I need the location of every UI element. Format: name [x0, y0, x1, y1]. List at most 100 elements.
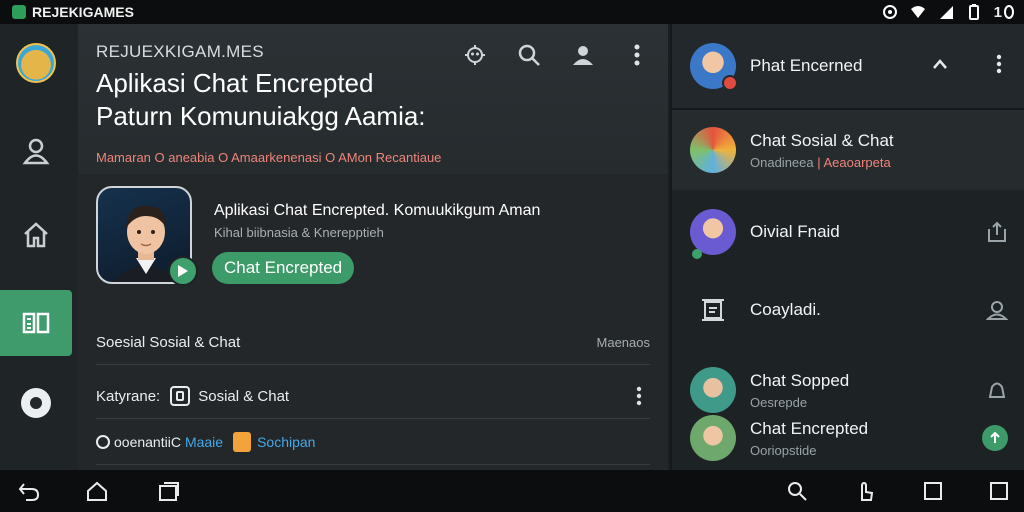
search-button[interactable]	[516, 42, 542, 68]
category-trailing: Maenaos	[596, 335, 650, 350]
category-row[interactable]: Soesial Sosial & Chat Maenaos	[96, 334, 650, 351]
chat-item-name: Oivial Fnaid	[750, 222, 840, 241]
chat-header-row: Phat Encerned	[672, 24, 1024, 108]
play-button[interactable]	[168, 256, 198, 286]
kategori-label: Katyrane:	[96, 387, 161, 405]
home-icon	[24, 222, 48, 248]
kategori-row[interactable]: Katyrane: Sosial & Chat	[96, 386, 650, 406]
recents-icon	[159, 482, 179, 501]
lock-icon	[233, 432, 252, 452]
recents-button[interactable]	[156, 478, 182, 504]
divider	[96, 418, 650, 419]
user-icon[interactable]	[986, 299, 1008, 321]
bell-icon[interactable]	[986, 379, 1008, 401]
panel-more-vert-icon[interactable]	[996, 54, 1002, 74]
status-clock-glyph	[1004, 5, 1014, 19]
rail-item-home[interactable]	[0, 202, 72, 268]
tags-row: ooenantiiC Maaie Sochipan	[96, 432, 650, 452]
nav-search-button[interactable]	[784, 478, 810, 504]
up-badge-button[interactable]	[982, 425, 1008, 451]
wifi-icon	[910, 6, 925, 18]
chat-list-item[interactable]: Chat Sosial & Chat Onadineea | Aeaoarpet…	[672, 110, 1024, 190]
chat-item-text: Oivial Fnaid	[750, 222, 840, 242]
info-icon	[96, 435, 110, 449]
hero-header: REJUEXKIGAM.MES Aplikasi Chat Encrepted …	[78, 24, 668, 174]
tags-prefix: ooenantiiC	[114, 434, 181, 450]
status-clock: 1	[993, 3, 1002, 21]
person-icon	[22, 138, 50, 165]
tag-security[interactable]: Sochipan	[257, 434, 315, 450]
share-icon[interactable]	[986, 221, 1008, 243]
page-title-line-1: Aplikasi Chat Encrepted	[96, 68, 374, 98]
card-title: Aplikasi Chat Encrepted. Komuukikgum Ama…	[214, 202, 541, 219]
app-logo-icon	[16, 43, 56, 83]
account-button[interactable]	[570, 42, 596, 68]
square-icon	[924, 482, 942, 500]
divider	[96, 464, 650, 465]
chat-avatar	[690, 209, 736, 259]
rail-item-profile[interactable]	[0, 118, 72, 184]
row-more-vert-icon[interactable]	[636, 386, 642, 406]
home-nav-button[interactable]	[84, 478, 110, 504]
terminal-icon	[702, 299, 724, 321]
breadcrumb[interactable]: Mamaran O aneabia O Amaarkenenasi O AMon…	[96, 150, 441, 165]
chat-encrypted-button[interactable]: Chat Encrepted	[212, 252, 355, 284]
app-card: Aplikasi Chat Encrepted. Komuukikgum Ama…	[78, 174, 668, 470]
touch-icon	[861, 481, 874, 501]
page-title-line-2: Paturn Komunuiakgg Aamia:	[96, 101, 426, 131]
header-avatar	[690, 43, 738, 91]
bug-button[interactable]	[462, 42, 488, 68]
more-vert-icon	[634, 44, 640, 66]
back-button[interactable]	[16, 478, 42, 504]
notification-badge-icon	[722, 75, 738, 91]
system-nav-bar	[0, 470, 1024, 512]
status-app-area: REJEKIGAMES	[12, 4, 134, 20]
record-icon	[21, 388, 51, 418]
chat-item-name: Coayladi.	[750, 300, 821, 319]
account-icon	[573, 46, 593, 65]
card-subtitle: Kihal biibnasia & Knerepptieh	[214, 225, 384, 240]
chat-avatar	[690, 127, 736, 173]
chat-item-sub-a: Onadineea	[750, 154, 818, 170]
navigation-rail	[0, 24, 78, 470]
back-icon	[18, 483, 40, 501]
header-actions	[462, 42, 650, 68]
rail-item-chat-list[interactable]	[0, 290, 72, 356]
status-app-name: REJEKIGAMES	[32, 4, 134, 20]
list-icon	[22, 312, 50, 334]
chat-item-sub-b: | Aeaoarpeta	[817, 154, 891, 170]
more-menu-button[interactable]	[624, 42, 650, 68]
chat-list-panel: Phat Encerned Chat Sosial & Chat Onadine…	[670, 24, 1024, 470]
status-bar: REJEKIGAMES 1	[0, 0, 1024, 24]
chat-list-item[interactable]: Oivial Fnaid	[672, 192, 1024, 272]
touch-button[interactable]	[852, 478, 878, 504]
chat-list-item[interactable]: Coayladi.	[672, 270, 1024, 350]
status-icons: 1	[882, 4, 1014, 21]
search-icon	[788, 482, 807, 501]
signal-icon	[939, 6, 953, 19]
header-chat-name: Phat Encerned	[750, 56, 863, 75]
chat-item-subtitle: Onadineea | Aeaoarpeta	[750, 155, 894, 170]
tag-mobile[interactable]: Maaie	[185, 434, 223, 450]
chat-item-text: Chat Sopped Oesrepde	[750, 371, 849, 410]
overview-button[interactable]	[920, 478, 946, 504]
bug-icon	[465, 45, 485, 65]
chat-item-text: Chat Sosial & Chat Onadineea | Aeaoarpet…	[750, 131, 894, 170]
main-panel: REJUEXKIGAM.MES Aplikasi Chat Encrepted …	[78, 24, 668, 470]
play-icon	[178, 265, 188, 277]
chat-item-name: Chat Sopped	[750, 370, 850, 390]
chat-item-text: Coayladi.	[750, 300, 821, 320]
chat-panel-header[interactable]: Phat Encerned	[672, 24, 1024, 110]
category-label: Soesial Sosial & Chat	[96, 334, 241, 351]
search-icon	[518, 44, 540, 66]
chat-list-item[interactable]: Chat Encrepted Ooriopstide	[672, 406, 1024, 470]
app-badge-icon	[12, 5, 26, 19]
rail-item-record[interactable]	[0, 370, 72, 436]
chevron-up-icon[interactable]	[932, 58, 948, 70]
window-button[interactable]	[986, 478, 1012, 504]
battery-icon	[968, 4, 979, 20]
brand-label: REJUEXKIGAM.MES	[96, 42, 264, 61]
chat-item-subtitle: Ooriopstide	[750, 442, 817, 458]
document-icon	[170, 386, 191, 406]
rail-app-logo[interactable]	[0, 30, 72, 96]
